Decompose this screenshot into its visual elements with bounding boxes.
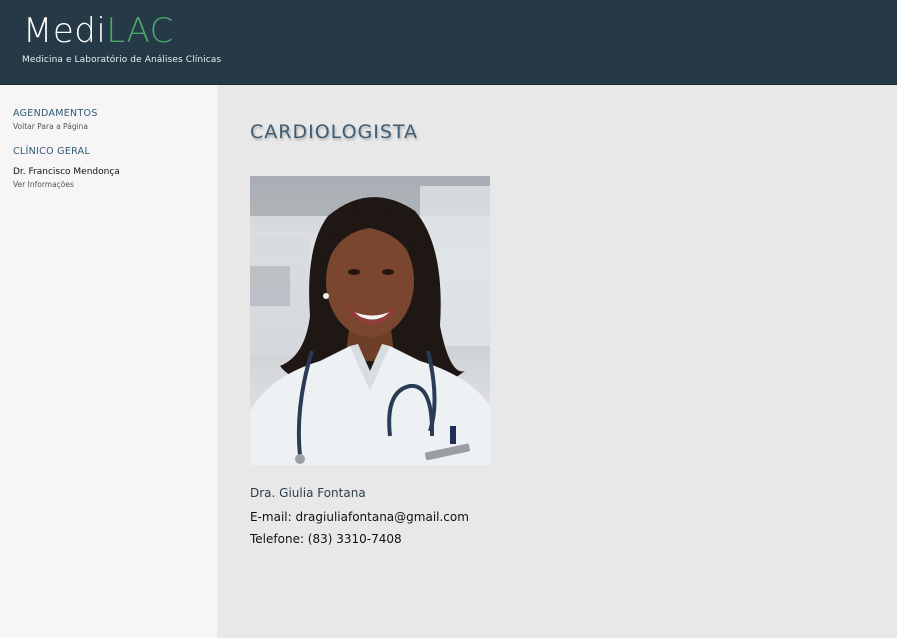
medilac-logo[interactable]: MediLAC — [23, 10, 174, 52]
doctor-photo — [250, 176, 490, 465]
sidebar-section-agendamentos[interactable]: AGENDAMENTOS — [13, 108, 98, 119]
app-header: MediLAC Medicina e Laboratório de Anális… — [0, 0, 897, 85]
main-content: CARDIOLOGISTA Dra. Giulia Fontana E-mail… — [217, 85, 897, 638]
sidebar-link-back[interactable]: Voltar Para a Página — [13, 122, 88, 131]
sidebar-doctor-name[interactable]: Dr. Francisco Mendonça — [13, 167, 120, 177]
doctor-photo-illustration — [250, 176, 490, 465]
sidebar-doctor-info-link[interactable]: Ver Informações — [13, 180, 74, 189]
logo-text-lac: LAC — [106, 11, 174, 51]
doctor-phone: Telefone: (83) 3310-7408 — [250, 532, 402, 546]
doctor-email: E-mail: dragiuliafontana@gmail.com — [250, 510, 469, 524]
sidebar-section-clinico-geral[interactable]: CLÍNICO GERAL — [13, 146, 90, 157]
sidebar: AGENDAMENTOS Voltar Para a Página CLÍNIC… — [0, 85, 217, 638]
page-title: CARDIOLOGISTA — [250, 121, 419, 143]
logo-text-medi: Medi — [23, 11, 107, 51]
doctor-name: Dra. Giulia Fontana — [250, 486, 366, 500]
logo-tagline: Medicina e Laboratório de Análises Clíni… — [22, 55, 222, 65]
